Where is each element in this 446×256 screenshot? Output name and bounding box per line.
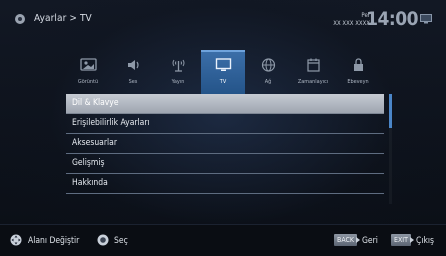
menu-item-hakkinda[interactable]: Hakkında xyxy=(66,174,384,194)
tv-settings-screen: Ayarlar > TV Per XX XXX XXXX 14:00 Görün… xyxy=(0,0,446,256)
footer-hints: Alanı Değiştir Seç BACK Geri EXIT Çıkış xyxy=(0,224,446,256)
speaker-icon xyxy=(128,60,139,70)
globe-icon xyxy=(261,58,276,72)
navigation-pad-icon xyxy=(10,234,22,246)
arrow-right-icon xyxy=(356,237,360,243)
tab-goruntu[interactable]: Görüntü xyxy=(66,52,110,94)
menu-item-label: Hakkında xyxy=(72,178,108,188)
tv-icon xyxy=(420,14,432,24)
tab-label: Ebeveyn xyxy=(347,79,369,85)
ok-button-icon xyxy=(97,234,109,246)
tab-label: Görüntü xyxy=(77,79,99,85)
tv-icon xyxy=(215,58,232,71)
date-display: Per XX XXX XXXX xyxy=(333,12,370,28)
menu-item-erisilebilirlik[interactable]: Erişilebilirlik Ayarları xyxy=(66,114,384,134)
menu-item-label: Erişilebilirlik Ayarları xyxy=(72,118,150,128)
ok-hint: Seç xyxy=(114,236,128,246)
day-label: Per xyxy=(361,12,370,19)
calendar-icon xyxy=(307,58,320,72)
menu-item-aksesuarlar[interactable]: Aksesuarlar xyxy=(66,134,384,154)
exit-key-badge: EXIT xyxy=(391,234,411,246)
exit-hint: Çıkış xyxy=(416,236,435,246)
menu-item-gelismis[interactable]: Gelişmiş xyxy=(66,154,384,174)
navigate-hint: Alanı Değiştir xyxy=(28,236,80,246)
tab-label: TV xyxy=(219,79,227,85)
tab-ses[interactable]: Ses xyxy=(111,52,155,94)
header: Ayarlar > TV Per XX XXX XXXX 14:00 xyxy=(0,0,446,40)
date-label: XX XXX XXXX xyxy=(333,20,370,27)
breadcrumb: Ayarlar > TV xyxy=(34,13,92,24)
tab-zamanlayici[interactable]: Zamanlayıcı xyxy=(291,52,335,94)
tab-ag[interactable]: Ağ xyxy=(246,52,290,94)
back-key-badge: BACK xyxy=(334,234,358,246)
tab-label: Ağ xyxy=(264,79,272,85)
gear-icon xyxy=(15,14,25,24)
menu-item-dil-klavye[interactable]: Dil & Klavye xyxy=(66,94,384,114)
settings-tabs: Görüntü Ses Yayın TV Ağ Zamanlayıcı Ebev… xyxy=(66,50,384,94)
tab-label: Zamanlayıcı xyxy=(297,79,329,85)
tab-label: Ses xyxy=(128,79,138,85)
scrollbar-thumb[interactable] xyxy=(389,94,392,128)
tab-yayin[interactable]: Yayın xyxy=(156,52,200,94)
tv-settings-menu: Dil & Klavye Erişilebilirlik Ayarları Ak… xyxy=(66,94,384,194)
menu-item-label: Gelişmiş xyxy=(72,158,105,168)
menu-item-label: Aksesuarlar xyxy=(72,138,117,148)
arrow-right-icon xyxy=(410,237,414,243)
back-hint: Geri xyxy=(362,236,378,246)
clock: 14:00 xyxy=(366,8,418,30)
tab-label: Yayın xyxy=(171,79,185,85)
tab-tv[interactable]: TV xyxy=(201,50,245,94)
antenna-icon xyxy=(172,59,185,72)
lock-icon xyxy=(354,58,363,71)
menu-item-label: Dil & Klavye xyxy=(72,98,119,108)
tab-ebeveyn[interactable]: Ebeveyn xyxy=(336,52,380,94)
picture-icon xyxy=(80,58,97,71)
